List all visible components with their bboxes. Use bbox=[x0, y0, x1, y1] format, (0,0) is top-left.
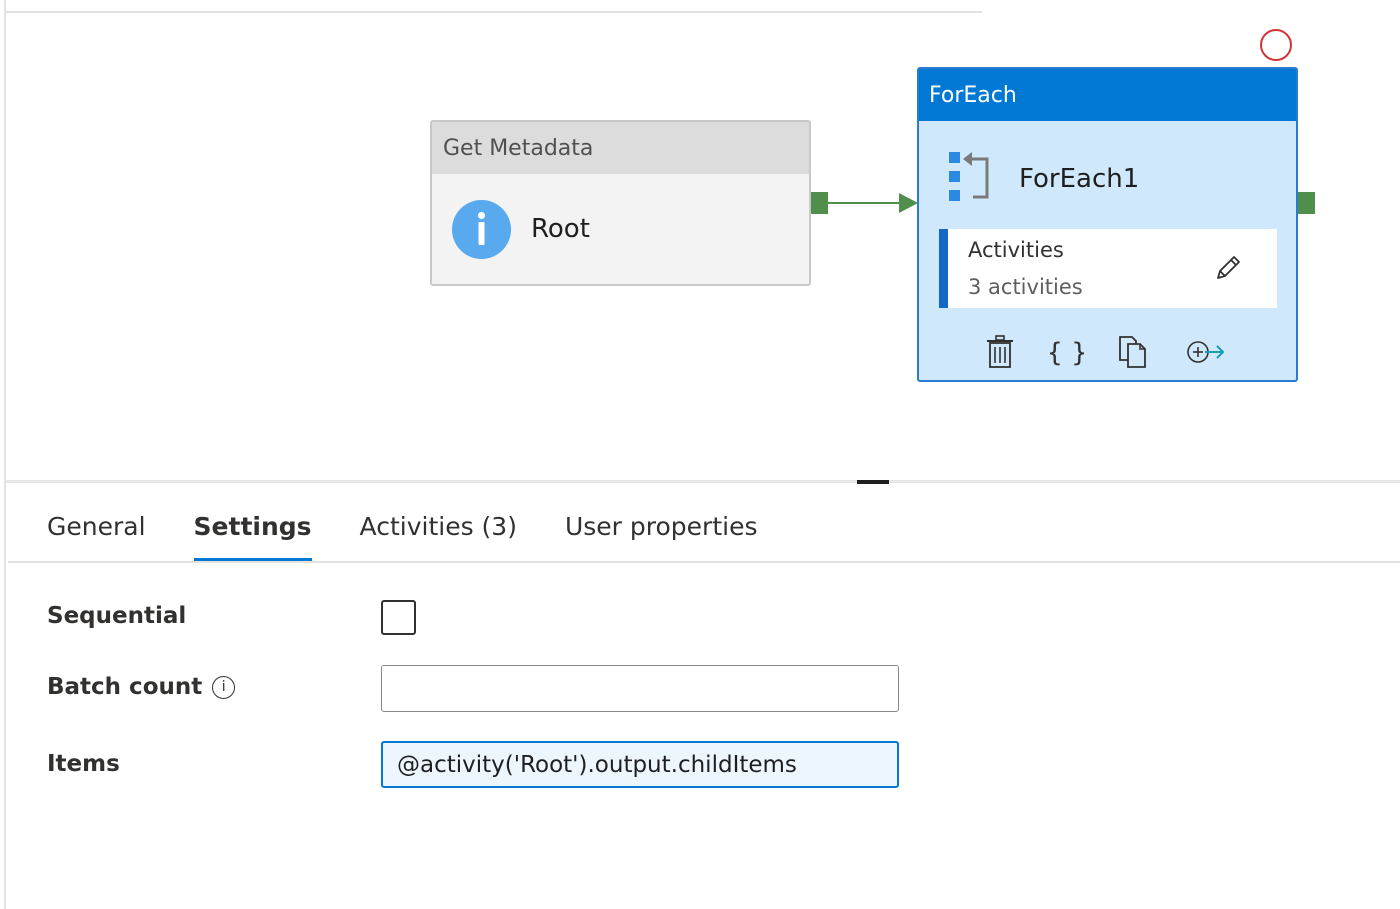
tabs-divider bbox=[8, 561, 1400, 563]
get-metadata-activity[interactable]: Get Metadata Root bbox=[430, 120, 811, 286]
splitter-handle[interactable] bbox=[857, 480, 889, 484]
success-output-port[interactable] bbox=[811, 192, 828, 214]
sequential-label: Sequential bbox=[47, 603, 187, 629]
panel-splitter[interactable] bbox=[6, 480, 1400, 483]
info-icon bbox=[452, 199, 511, 259]
batch-count-input[interactable] bbox=[381, 665, 899, 712]
inner-activities-title: Activities bbox=[968, 238, 1064, 262]
get-metadata-header: Get Metadata bbox=[432, 122, 809, 174]
activity-toolbar: { } bbox=[919, 332, 1296, 372]
activity-type-label: ForEach bbox=[929, 82, 1017, 108]
get-metadata-body: Root bbox=[432, 174, 809, 284]
tab-activities[interactable]: Activities (3) bbox=[360, 504, 517, 562]
properties-tabs: General Settings Activities (3) User pro… bbox=[47, 504, 805, 564]
svg-text:{ }: { } bbox=[1050, 338, 1084, 368]
success-connector[interactable] bbox=[828, 202, 902, 204]
success-output-port[interactable] bbox=[1298, 192, 1315, 214]
delete-icon[interactable] bbox=[983, 334, 1017, 370]
foreach-activity[interactable]: ForEach ForEach1 Activities 3 activities bbox=[917, 67, 1298, 382]
activity-name: ForEach1 bbox=[1019, 164, 1140, 194]
inner-activities-panel[interactable]: Activities 3 activities bbox=[939, 229, 1277, 308]
pencil-icon[interactable] bbox=[1213, 253, 1243, 283]
inner-activities-count: 3 activities bbox=[968, 275, 1083, 299]
left-border bbox=[4, 0, 6, 909]
copy-icon[interactable] bbox=[1116, 334, 1150, 370]
status-circle-icon bbox=[1260, 29, 1292, 61]
items-label: Items bbox=[47, 751, 120, 777]
sequential-checkbox[interactable] bbox=[381, 600, 416, 635]
add-output-icon[interactable] bbox=[1185, 334, 1227, 370]
foreach-title-row: ForEach1 bbox=[949, 149, 1139, 209]
activity-name: Root bbox=[531, 214, 590, 244]
items-input[interactable]: @activity('Root').output.childItems bbox=[381, 741, 899, 788]
batch-count-label: Batch count bbox=[47, 674, 203, 700]
info-icon[interactable]: i bbox=[212, 675, 236, 699]
top-border bbox=[4, 11, 982, 13]
tab-user-properties[interactable]: User properties bbox=[565, 504, 758, 562]
foreach-header: ForEach bbox=[919, 69, 1296, 121]
tab-settings[interactable]: Settings bbox=[193, 504, 312, 562]
activity-type-label: Get Metadata bbox=[443, 135, 594, 161]
items-expression: @activity('Root').output.childItems bbox=[397, 751, 797, 778]
foreach-icon bbox=[949, 149, 989, 209]
tab-general[interactable]: General bbox=[47, 504, 146, 562]
connector-arrow-icon bbox=[899, 193, 918, 213]
code-icon[interactable]: { } bbox=[1046, 334, 1087, 370]
batch-count-label-row: Batch count i bbox=[47, 674, 236, 700]
